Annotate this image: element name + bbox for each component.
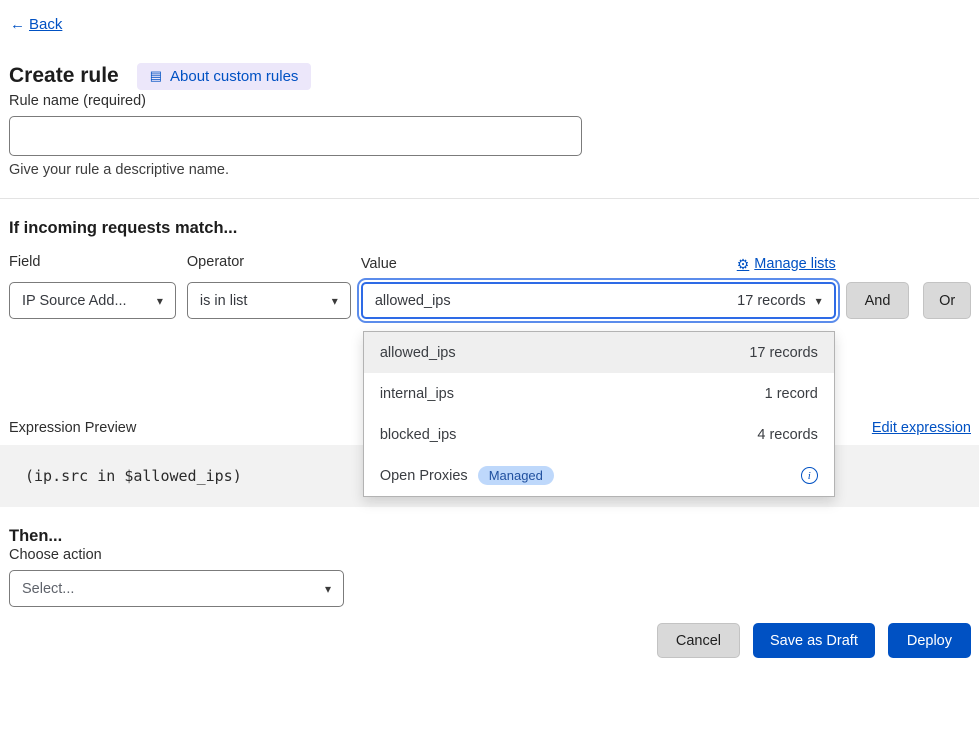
match-section-heading: If incoming requests match... (9, 219, 979, 238)
value-select-right: 17 records ▾ (737, 293, 822, 309)
cancel-button[interactable]: Cancel (657, 623, 740, 658)
list-item-open-proxies[interactable]: Open Proxies Managed i (364, 455, 834, 496)
field-select-value: IP Source Add... (22, 293, 127, 309)
list-item-name: blocked_ips (380, 427, 457, 443)
value-select[interactable]: allowed_ips 17 records ▾ (361, 282, 836, 319)
operator-select[interactable]: is in list ▾ (187, 282, 351, 319)
chevron-down-icon: ▾ (325, 582, 331, 596)
book-icon: ▤ (150, 68, 162, 84)
list-item-allowed-ips[interactable]: allowed_ips 17 records (364, 332, 834, 373)
operator-select-value: is in list (200, 293, 248, 309)
expression-code: (ip.src in $allowed_ips) (25, 467, 242, 485)
operator-label: Operator (187, 254, 351, 274)
info-icon[interactable]: i (801, 467, 818, 484)
create-rule-page: ←Back Create rule ▤ About custom rules R… (0, 0, 979, 739)
gear-icon: ⚙ (737, 256, 750, 273)
chevron-down-icon: ▾ (157, 294, 163, 308)
managed-badge: Managed (478, 466, 554, 485)
footer-actions: Cancel Save as Draft Deploy (0, 623, 979, 658)
list-item-name: allowed_ips (380, 345, 456, 361)
about-custom-rules-link[interactable]: ▤ About custom rules (137, 63, 312, 90)
value-label: Value (361, 256, 397, 272)
about-custom-rules-label: About custom rules (170, 68, 298, 85)
action-select-placeholder: Select... (22, 581, 74, 597)
and-button[interactable]: And (846, 282, 910, 319)
chevron-down-icon: ▾ (816, 294, 822, 308)
list-item-meta: 4 records (757, 427, 817, 443)
field-select[interactable]: IP Source Add... ▾ (9, 282, 176, 319)
list-item-meta: 1 record (765, 386, 818, 402)
rule-name-help: Give your rule a descriptive name. (9, 162, 979, 178)
or-button[interactable]: Or (923, 282, 971, 319)
chevron-down-icon: ▾ (332, 294, 338, 308)
operator-column: Operator is in list ▾ (187, 254, 351, 319)
match-row: Field IP Source Add... ▾ Operator is in … (9, 254, 971, 319)
save-as-draft-button[interactable]: Save as Draft (753, 623, 875, 658)
list-item-internal-ips[interactable]: internal_ips 1 record (364, 373, 834, 414)
list-item-blocked-ips[interactable]: blocked_ips 4 records (364, 414, 834, 455)
list-item-name: internal_ips (380, 386, 454, 402)
manage-lists-label: Manage lists (754, 256, 835, 272)
list-item-meta: 17 records (749, 345, 818, 361)
then-section-heading: Then... (9, 527, 979, 546)
value-label-row: Value ⚙ Manage lists (361, 254, 836, 274)
title-row: Create rule ▤ About custom rules (9, 60, 979, 92)
action-select[interactable]: Select... ▾ (9, 570, 344, 607)
edit-expression-link[interactable]: Edit expression (872, 420, 971, 436)
value-select-meta: 17 records (737, 293, 806, 309)
list-item-name: Open Proxies (380, 468, 468, 484)
rule-name-label: Rule name (required) (9, 93, 146, 109)
page-title: Create rule (9, 64, 119, 88)
value-dropdown-menu: allowed_ips 17 records internal_ips 1 re… (363, 331, 835, 497)
rule-name-input[interactable] (9, 116, 582, 156)
value-column: Value ⚙ Manage lists allowed_ips 17 reco… (361, 254, 836, 319)
field-column: Field IP Source Add... ▾ (9, 254, 176, 319)
value-select-value: allowed_ips (375, 293, 451, 309)
list-item-left: Open Proxies Managed (380, 466, 554, 485)
back-link[interactable]: ←Back (10, 16, 62, 33)
deploy-button[interactable]: Deploy (888, 623, 971, 658)
field-label: Field (9, 254, 176, 274)
section-divider (0, 198, 979, 199)
choose-action-label: Choose action (9, 547, 102, 563)
expression-preview-label: Expression Preview (9, 420, 136, 436)
back-arrow-icon: ← (10, 16, 25, 33)
manage-lists-link[interactable]: ⚙ Manage lists (737, 256, 836, 273)
back-label: Back (29, 16, 62, 33)
